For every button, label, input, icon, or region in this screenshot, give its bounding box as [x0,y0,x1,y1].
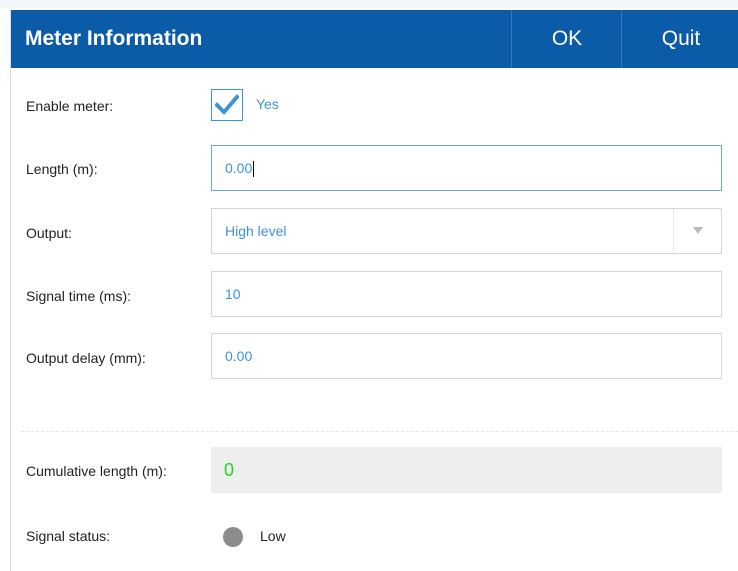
signal-time-input[interactable]: 10 [211,271,722,317]
signal-time-value: 10 [225,286,241,302]
output-delay-value: 0.00 [225,348,253,364]
signal-time-label: Signal time (ms): [26,288,132,304]
output-label: Output: [26,225,72,241]
text-caret [253,161,255,178]
section-divider [21,431,738,432]
output-value: High level [225,223,287,239]
length-value: 0.00 [225,160,255,178]
length-input[interactable]: 0.00 [211,145,722,191]
dropdown-separator [673,209,674,253]
cumulative-length-display: 0 [211,447,722,493]
cumulative-length-value: 0 [224,460,235,480]
ok-button[interactable]: OK [511,10,622,68]
length-label: Length (m): [26,161,98,177]
enable-meter-checkbox[interactable] [211,89,243,121]
meter-information-dialog: Meter Information OK Quit Enable meter: … [10,10,738,571]
output-delay-input[interactable]: 0.00 [211,333,722,379]
dialog-title: Meter Information [25,27,203,50]
checkmark-icon [215,94,239,115]
enable-meter-label: Enable meter: [26,98,114,114]
signal-status-label: Signal status: [26,528,111,544]
cumulative-length-label: Cumulative length (m): [26,463,167,479]
signal-status-indicator [223,527,243,547]
signal-status-value: Low [260,528,286,544]
dialog-titlebar: Meter Information OK Quit [11,10,738,68]
output-select[interactable]: High level [211,208,722,254]
chevron-down-icon[interactable] [693,227,703,234]
enable-meter-text: Yes [256,96,279,112]
quit-button[interactable]: Quit [621,10,738,68]
output-delay-label: Output delay (mm): [26,350,146,366]
background-window-strip [0,0,738,8]
